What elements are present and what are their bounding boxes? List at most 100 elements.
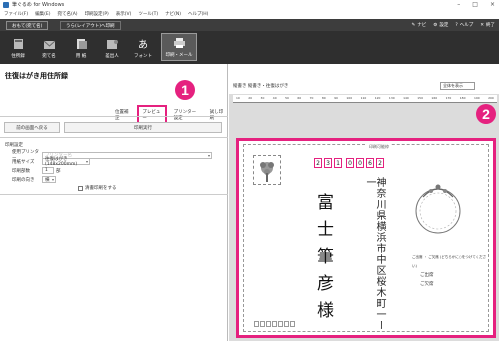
zoom-value: 全体を表示: [443, 83, 463, 88]
preview-header: 縦書き 縦書き・往復はがき 全体を表示: [229, 64, 499, 94]
printable-area-label: 印刷可能枠: [367, 144, 391, 150]
ruler-label: 180: [459, 96, 466, 100]
printable-area: 印刷可能枠 2310062 神奈川県横浜市中区桜木町一ー一 富士筆彦様 ご出席 …: [243, 144, 489, 332]
menu-address[interactable]: 宛て名(A): [57, 11, 77, 17]
menu-edit[interactable]: 編集(E): [35, 11, 50, 17]
clean-print-checkbox[interactable]: [78, 185, 83, 191]
zip-digit: 0: [346, 158, 354, 168]
back-button[interactable]: 前の画面へ戻る: [4, 122, 60, 133]
ruler-label: 150: [417, 96, 423, 100]
divider: [0, 194, 228, 195]
toolbar-recipient-button[interactable]: 宛て名: [36, 33, 62, 61]
paper-size-label: 用紙サイズ: [12, 159, 35, 165]
paper-size-value: 往復はがき (148x200mm): [45, 157, 78, 167]
step-marker-2: 2: [476, 104, 496, 124]
tab-ura[interactable]: うら(レイアウト)へ印刷: [60, 21, 121, 30]
postal-code-boxes: 2310062: [314, 158, 384, 168]
help-link[interactable]: ? ヘルプ: [455, 22, 474, 29]
zip-digit-box: [272, 321, 277, 327]
toolbar-label: 宛て名: [42, 54, 56, 59]
print-execute-button[interactable]: 印刷実行: [64, 122, 222, 133]
ruler-label: 110: [360, 96, 367, 100]
svg-text:あ: あ: [138, 39, 148, 50]
toolbar-print-button[interactable]: 印刷・メール: [161, 33, 197, 61]
ruler-label: 10: [236, 96, 240, 100]
divider: [0, 137, 228, 138]
maximize-button[interactable]: □: [472, 1, 478, 8]
copies-stepper[interactable]: 1: [42, 167, 54, 174]
stamp-area: [253, 155, 281, 185]
zip-digit: 2: [376, 158, 384, 168]
menu-view[interactable]: 表示(V): [116, 11, 132, 17]
menu-navi[interactable]: ナビ(N): [165, 11, 181, 17]
sender-icon: [106, 40, 118, 49]
navi-icon: ✎: [411, 22, 416, 28]
preview-title: 縦書き 縦書き・往復はがき: [233, 84, 289, 89]
preview-panel: 縦書き 縦書き・往復はがき 全体を表示 10 20 30 40 50 60 70 80 90 10…: [229, 64, 499, 341]
zip-digit-box: [290, 321, 295, 327]
menu-file[interactable]: ファイル(F): [4, 11, 28, 17]
divider: [0, 116, 228, 117]
main-toolbar: 住所録 宛て名 用 紙 差出人 あ フォント 印刷・メール: [0, 31, 499, 64]
ruler-label: 90: [334, 96, 338, 100]
print-settings-header: 印刷設定: [5, 143, 23, 148]
sender-postal-boxes: [254, 321, 295, 327]
orientation-row: 印刷の向き 横 ▾: [12, 176, 56, 183]
help-label: ヘルプ: [459, 23, 474, 28]
recipient-address: 神奈川県横浜市中区桜木町一ー一: [364, 177, 385, 331]
app-icon: [3, 1, 9, 8]
ruler-label: 50: [285, 96, 289, 100]
ruler-label: 170: [445, 96, 452, 100]
toolbar-label: 用 紙: [75, 54, 87, 59]
zip-digit-box: [284, 321, 289, 327]
page-title: 往復はがき用住所録: [5, 72, 68, 80]
recipient-name: 富士筆彦様: [313, 193, 333, 328]
menu-print-settings[interactable]: 印刷設定(P): [85, 11, 109, 17]
tab-test-print[interactable]: 試し印刷: [208, 107, 227, 123]
clean-print-label: 清書印刷をする: [85, 186, 117, 191]
toolbar-label: 差出人: [105, 54, 119, 59]
ruler-label: 160: [431, 96, 438, 100]
ruler-label: 200: [488, 96, 494, 100]
title-bar: 筆ぐるめ for Windows – □ ×: [0, 0, 499, 9]
copies-row: 印刷部数 1 部: [12, 167, 61, 174]
exit-link[interactable]: ✕ 終了: [480, 22, 495, 29]
ruler-label: 30: [260, 96, 265, 100]
zip-digit: 1: [334, 158, 342, 168]
reply-absent: ご欠席: [420, 282, 434, 287]
toolbar-paper-button[interactable]: 用 紙: [68, 33, 94, 61]
tab-position-adjust[interactable]: 位置補正: [113, 107, 132, 123]
navi-link[interactable]: ✎ ナビ: [411, 22, 427, 29]
exit-label: 終了: [486, 23, 495, 28]
paper-size-row: 用紙サイズ 往復はがき (148x200mm) ▾: [12, 157, 90, 167]
close-icon: ✕: [480, 22, 484, 28]
tab-omote[interactable]: おもて(宛て名): [6, 21, 49, 30]
close-button[interactable]: ×: [490, 1, 495, 8]
zoom-select[interactable]: 全体を表示: [440, 82, 475, 90]
settings-link[interactable]: ⚙ 設定: [433, 22, 448, 29]
toolbar-address-book-button[interactable]: 住所録: [5, 33, 31, 61]
copies-value: 1: [45, 168, 48, 173]
toolbar-sender-button[interactable]: 差出人: [99, 33, 125, 61]
question-icon: ?: [455, 22, 458, 28]
tab-printer-settings[interactable]: プリンター設定: [172, 107, 203, 123]
zip-digit: 2: [314, 158, 322, 168]
printer-icon: [173, 38, 185, 48]
toolbar-label: 印刷・メール: [165, 53, 193, 58]
mode-tab-row: おもて(宛て名) うら(レイアウト)へ印刷 ✎ ナビ ⚙ 設定 ? ヘルプ ✕ 終了: [0, 19, 499, 31]
menu-tools[interactable]: ツール(T): [138, 11, 158, 17]
menu-help[interactable]: ヘルプ(H): [188, 11, 208, 17]
minimize-button[interactable]: –: [457, 1, 460, 8]
toolbar-font-button[interactable]: あ フォント: [130, 33, 156, 61]
zip-digit-box: [260, 321, 265, 327]
recipient-icon: [43, 40, 55, 49]
font-icon: あ: [138, 39, 148, 50]
navi-label: ナビ: [417, 23, 427, 28]
chevron-down-icon: ▾: [51, 177, 54, 182]
zip-digit-box: [266, 321, 271, 327]
print-settings-panel: 往復はがき用住所録 位置補正 プレビュー プリンター設定 試し印刷 前の画面へ戻…: [0, 64, 228, 341]
reply-attend: ご出席: [420, 273, 434, 278]
horizontal-ruler: 10 20 30 40 50 60 70 80 90 100 110 120 130 140 150 160 1…: [233, 95, 497, 103]
orientation-select[interactable]: 横 ▾: [42, 176, 56, 183]
paper-size-select[interactable]: 往復はがき (148x200mm) ▾: [42, 157, 90, 167]
